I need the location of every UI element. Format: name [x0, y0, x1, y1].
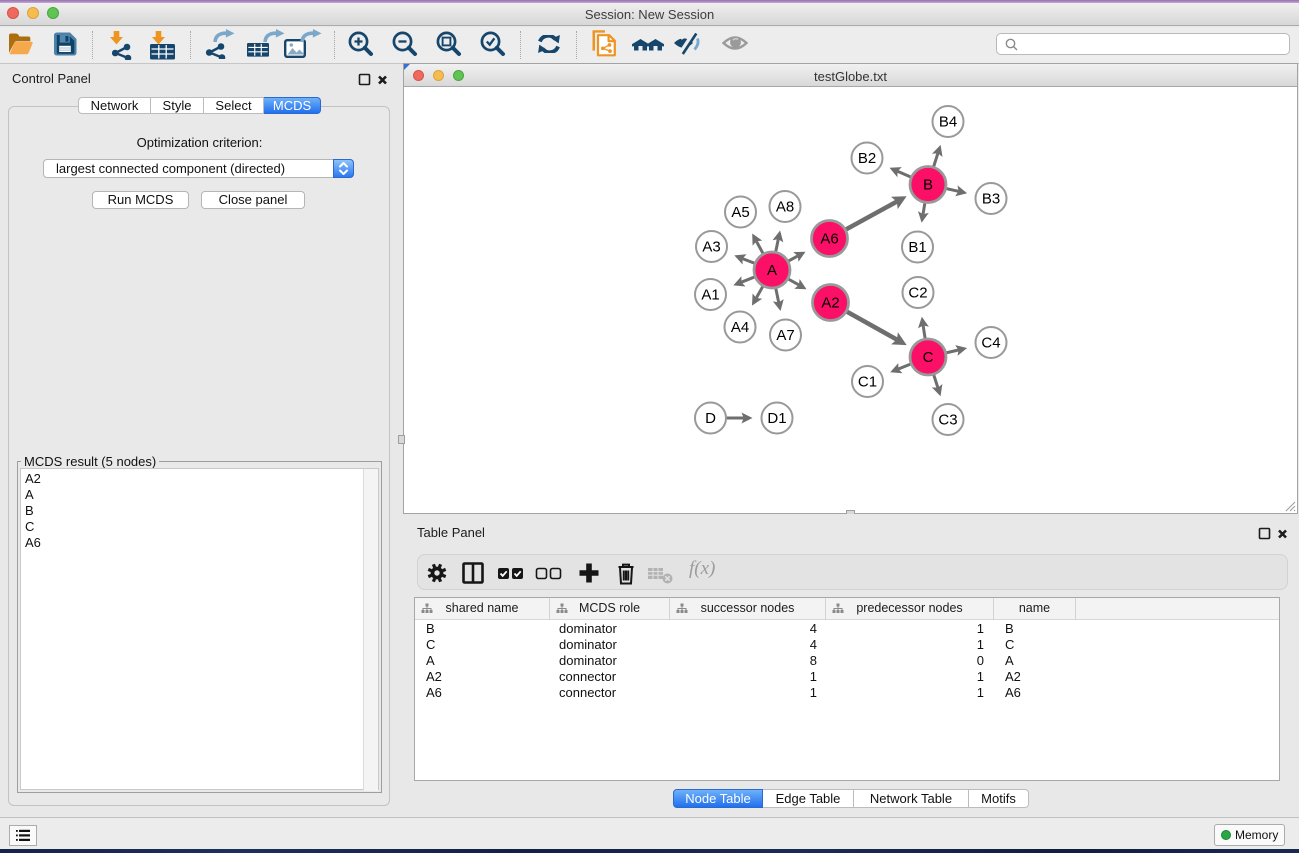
svg-text:A2: A2	[821, 295, 839, 312]
svg-text:B: B	[923, 177, 933, 194]
svg-text:A3: A3	[702, 239, 720, 256]
svg-text:A4: A4	[731, 319, 749, 336]
svg-text:D: D	[705, 410, 716, 427]
svg-text:D1: D1	[767, 410, 786, 427]
svg-text:A: A	[767, 262, 777, 279]
svg-text:A5: A5	[731, 204, 749, 221]
svg-text:B3: B3	[982, 191, 1000, 208]
svg-text:B2: B2	[858, 150, 876, 167]
svg-text:C2: C2	[908, 285, 927, 302]
svg-text:C4: C4	[981, 335, 1000, 352]
svg-text:A7: A7	[776, 327, 794, 344]
svg-text:A8: A8	[776, 199, 794, 216]
svg-text:A1: A1	[701, 287, 719, 304]
svg-text:A6: A6	[820, 231, 838, 248]
svg-text:B1: B1	[908, 239, 926, 256]
svg-text:C3: C3	[938, 412, 957, 429]
svg-text:C: C	[923, 349, 934, 366]
svg-text:C1: C1	[858, 374, 877, 391]
svg-text:B4: B4	[939, 114, 957, 131]
